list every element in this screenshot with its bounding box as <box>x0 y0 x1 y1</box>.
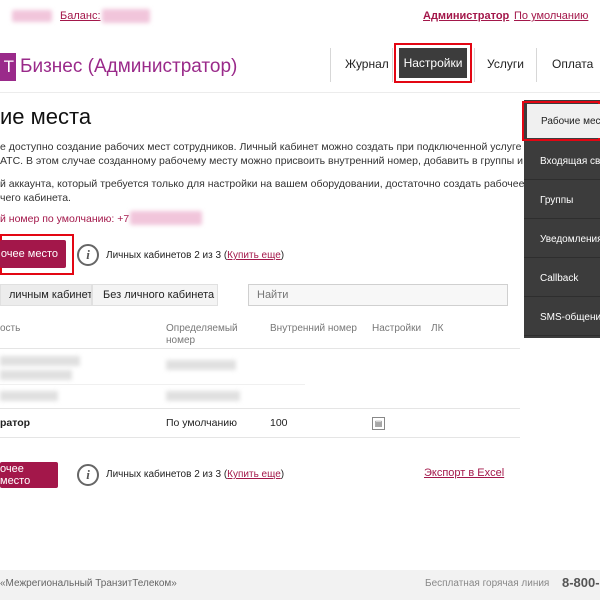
logo-text: Бизнес (Администратор) <box>20 56 238 77</box>
sidebar-item-notifications-label: Уведомления <box>540 234 600 245</box>
table-divider <box>0 437 520 438</box>
default-profile-link[interactable]: По умолчанию <box>514 10 588 22</box>
table-divider <box>0 348 520 349</box>
nav-services[interactable]: Услуги <box>487 57 524 71</box>
sidebar-item-groups[interactable]: Группы <box>524 181 600 219</box>
sidebar-item-notifications[interactable]: Уведомления <box>524 220 600 258</box>
description-line: АТС. В этом случае созданному рабочему м… <box>0 155 523 167</box>
table-divider <box>0 408 520 409</box>
tab-without-cabinet[interactable]: Без личного кабинета <box>92 284 218 306</box>
settings-icon[interactable]: ▤ <box>372 417 385 430</box>
tab-with-cabinet-label: личным кабинетом <box>9 289 92 301</box>
sidebar-item-callback-label: Callback <box>540 273 579 284</box>
description-line: й аккаунта, который требуется только для… <box>0 178 525 190</box>
col-header-settings: Настройки <box>372 323 422 334</box>
cabinets-count: Личных кабинетов 2 из 3 (Купить еще) <box>106 250 284 261</box>
sidebar-item-incoming[interactable]: Входящая связь <box>524 142 600 180</box>
add-workplace-button-bottom-label: очее место <box>0 463 31 487</box>
nav-divider <box>392 48 393 82</box>
sidebar-item-workplaces-label: Рабочие места <box>541 116 600 127</box>
buy-more-link[interactable]: Купить еще <box>227 250 281 261</box>
nav-settings-label: Настройки <box>403 56 463 70</box>
row-internal: 100 <box>270 417 288 429</box>
tab-without-cabinet-label: Без личного кабинета <box>103 289 215 301</box>
page-title: ие места <box>0 104 92 129</box>
row-number: По умолчанию <box>166 417 238 429</box>
sidebar-item-groups-label: Группы <box>540 195 574 206</box>
table-row-blurred <box>166 391 240 401</box>
cabinets-close-paren: ) <box>280 469 285 480</box>
nav-underline <box>0 92 600 93</box>
add-workplace-button[interactable]: очее место <box>0 240 66 268</box>
search-input[interactable] <box>248 284 508 306</box>
col-header-lk: ЛК <box>431 323 444 334</box>
buy-more-link[interactable]: Купить еще <box>227 469 281 480</box>
table-row-blurred <box>0 391 58 401</box>
add-workplace-button-bottom[interactable]: очее место <box>0 462 58 488</box>
table-row-blurred <box>0 370 72 380</box>
nav-settings[interactable]: Настройки <box>399 48 467 78</box>
export-excel-link[interactable]: Экспорт в Excel <box>424 467 504 479</box>
sidebar-item-workplaces[interactable]: Рабочие места <box>527 104 600 138</box>
cabinets-count-text: Личных кабинетов 2 из 3 ( <box>106 250 228 261</box>
footer-hotline-label: Бесплатная горячая линия <box>425 578 550 589</box>
balance-link[interactable]: Баланс: <box>60 10 101 22</box>
nav-divider <box>536 48 537 82</box>
cabinets-count-text: Личных кабинетов 2 из 3 ( <box>106 469 228 480</box>
sidebar-item-incoming-label: Входящая связь <box>540 156 600 167</box>
info-circle-icon[interactable]: i <box>77 244 99 266</box>
cabinets-close-paren: ) <box>280 250 285 261</box>
nav-journal[interactable]: Журнал <box>345 57 389 71</box>
table-row-blurred <box>166 360 236 370</box>
add-workplace-button-label: очее место <box>0 248 58 260</box>
tab-with-cabinet[interactable]: личным кабинетом <box>0 284 92 306</box>
default-number-label: й номер по умолчанию: +7 <box>0 213 130 225</box>
col-header-number-line1: Определяемый <box>166 323 238 334</box>
cabinets-count-bottom: Личных кабинетов 2 из 3 (Купить еще) <box>106 469 284 480</box>
table-row-blurred <box>0 356 80 366</box>
table-divider <box>0 384 305 385</box>
nav-divider <box>330 48 331 82</box>
nav-divider <box>474 48 475 82</box>
sidebar-item-sms[interactable]: SMS-общение <box>524 298 600 336</box>
admin-link[interactable]: Администратор <box>423 10 509 22</box>
description-line: е доступно создание рабочих мест сотрудн… <box>0 141 522 153</box>
col-header-position: ость <box>0 323 21 334</box>
col-header-number-line2: номер <box>166 335 196 346</box>
sidebar-item-sms-label: SMS-общение <box>540 312 600 323</box>
nav-payment[interactable]: Оплата <box>552 57 593 71</box>
sidebar-item-callback[interactable]: Callback <box>524 259 600 297</box>
col-header-number: Определяемый номер <box>166 323 238 347</box>
description-line: чего кабинета. <box>0 192 71 204</box>
blurred-default-number <box>130 211 202 225</box>
blurred-balance <box>102 9 150 23</box>
blurred-account <box>12 10 52 22</box>
logo-mark-text: Т <box>3 57 14 76</box>
row-name: ратор <box>0 417 31 429</box>
info-circle-icon[interactable]: i <box>77 464 99 486</box>
footer-company: «Межрегиональный ТранзитТелеком» <box>0 578 177 589</box>
logo-mark: Т <box>0 53 16 81</box>
col-header-internal: Внутренний номер <box>270 323 357 334</box>
footer-phone[interactable]: 8-800- <box>562 575 600 590</box>
